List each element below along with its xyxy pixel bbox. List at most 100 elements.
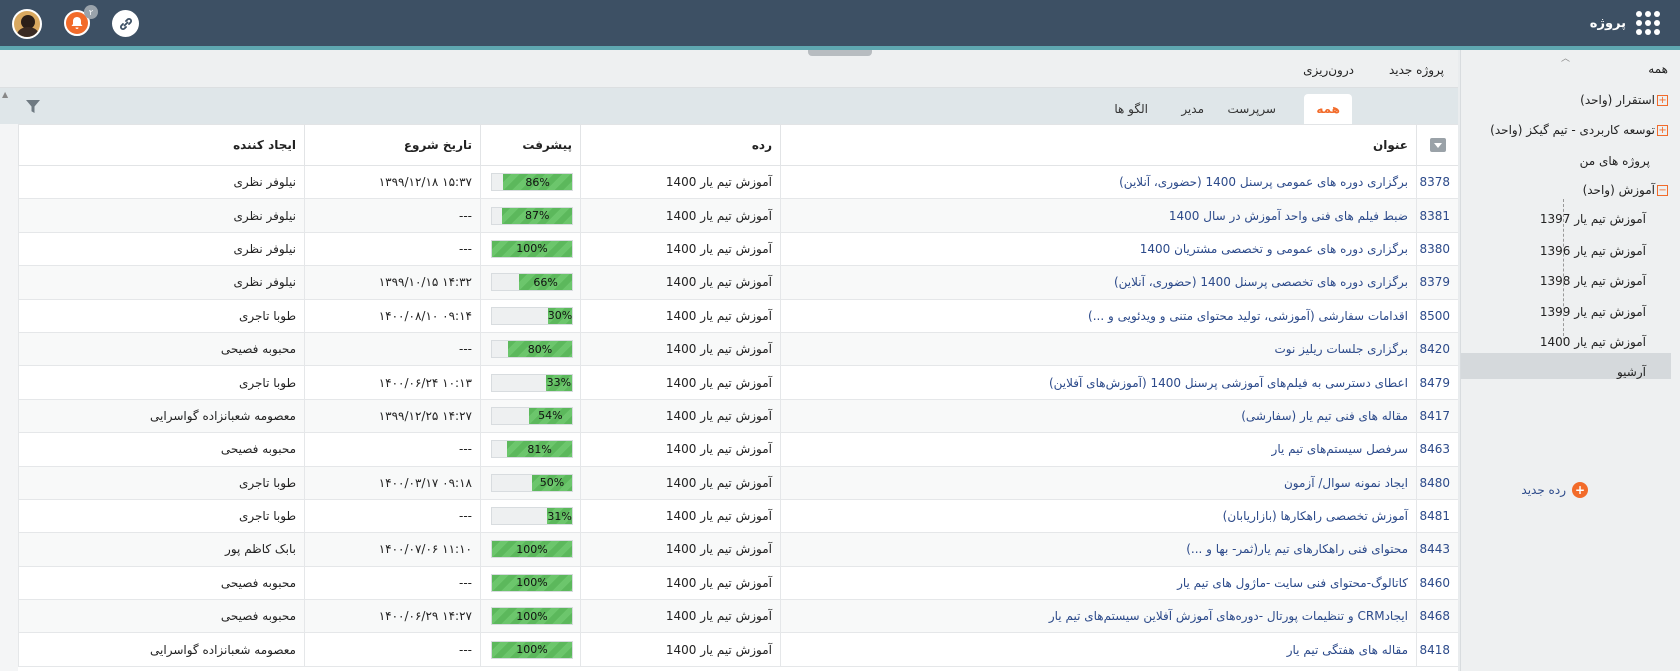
sidebar-child-1397[interactable]: آموزش تیم یار 1397 bbox=[1540, 212, 1646, 226]
row-title-link[interactable]: مقاله های هفتگی تیم یار bbox=[780, 632, 1417, 667]
table-row[interactable]: 8479 اعطای دسترسی به فیلم‌های آموزشی پرسن… bbox=[18, 365, 1458, 400]
row-id[interactable]: 8481 bbox=[1416, 498, 1458, 534]
table-row[interactable]: 8417 مقاله های فنی تیم یار (سفارشی) آموزش … bbox=[18, 398, 1458, 434]
row-progress: 81% bbox=[480, 432, 581, 467]
chevron-down-icon[interactable] bbox=[1429, 138, 1446, 153]
column-options[interactable] bbox=[1416, 124, 1458, 166]
table-row[interactable]: 8463 سرفصل سیستم‌های تیم یار آموزش تیم یار… bbox=[18, 432, 1458, 467]
table-row[interactable]: 8443 محتوای فنی راهکارهای تیم یار(ثمر- به… bbox=[18, 532, 1458, 567]
tab-all[interactable]: همه bbox=[1304, 94, 1352, 124]
row-category: آموزش تیم یار 1400 bbox=[580, 331, 781, 367]
filter-icon[interactable] bbox=[26, 100, 40, 116]
row-id[interactable]: 8417 bbox=[1416, 398, 1458, 434]
brand[interactable]: پروژه bbox=[1590, 0, 1660, 46]
column-title[interactable]: عنوان bbox=[780, 124, 1417, 166]
row-id[interactable]: 8480 bbox=[1416, 465, 1458, 500]
row-title-link[interactable]: محتوای فنی راهکارهای تیم یار(ثمر- بها و … bbox=[780, 532, 1417, 567]
row-progress: 100% bbox=[480, 532, 581, 567]
apps-grid-icon[interactable] bbox=[1636, 11, 1660, 35]
new-project-button[interactable]: پروژه جدید bbox=[1389, 63, 1444, 77]
collapse-minus-icon[interactable]: − bbox=[1657, 184, 1668, 196]
table-row[interactable]: 8381 ضبط فیلم های فنی واحد آموزش در سال 1… bbox=[18, 198, 1458, 233]
table-row[interactable]: 8380 برگزاری دوره های عمومی و تخصصی مشتری… bbox=[18, 231, 1458, 267]
row-id[interactable]: 8463 bbox=[1416, 432, 1458, 467]
row-creator: بابک کاظم پور bbox=[18, 532, 305, 567]
tab-templates[interactable]: الگو ها bbox=[1102, 94, 1160, 124]
row-title-link[interactable]: اقدامات سفارشی (آموزشی، تولید محتوای متن… bbox=[780, 298, 1417, 333]
table-row[interactable]: 8468 ایجادCRM و تنظیمات پورتال -دوره‌های … bbox=[18, 599, 1458, 634]
row-progress: 33% bbox=[480, 365, 581, 400]
column-start-date[interactable]: تاریخ شروع bbox=[304, 124, 481, 166]
row-title-link[interactable]: برگزاری دوره های عمومی پرسنل 1400 (حضوری… bbox=[780, 164, 1417, 200]
collapse-handle[interactable] bbox=[808, 50, 872, 56]
scroll-up-icon[interactable]: ▲ bbox=[2, 90, 8, 99]
row-id[interactable]: 8479 bbox=[1416, 365, 1458, 400]
table-row[interactable]: 8418 مقاله های هفتگی تیم یار آموزش تیم یار… bbox=[18, 632, 1458, 667]
table-row[interactable]: 8420 برگزاری جلسات ریلیز نوت آموزش تیم یار… bbox=[18, 331, 1458, 367]
row-creator: نیلوفر نظری bbox=[18, 231, 305, 267]
import-button[interactable]: درون‌ریزی bbox=[1303, 63, 1354, 77]
sidebar-child-1400[interactable]: آموزش تیم یار 1400 bbox=[1540, 335, 1646, 349]
row-title-link[interactable]: آموزش تخصصی راهکارها (بازاریابان) bbox=[780, 498, 1417, 534]
column-category[interactable]: رده bbox=[580, 124, 781, 166]
row-id[interactable]: 8381 bbox=[1416, 198, 1458, 233]
row-id[interactable]: 8380 bbox=[1416, 231, 1458, 267]
row-creator: طوبا تاجری bbox=[18, 298, 305, 333]
row-title-link[interactable]: کاتالوگ-محتوای فنی سایت -ماژول های تیم ی… bbox=[780, 565, 1417, 601]
progress-fill: 100% bbox=[492, 240, 572, 257]
row-creator: نیلوفر نظری bbox=[18, 265, 305, 300]
expand-plus-icon[interactable]: + bbox=[1657, 124, 1668, 136]
expand-plus-icon[interactable]: + bbox=[1657, 94, 1668, 106]
row-category: آموزش تیم یار 1400 bbox=[580, 532, 781, 567]
sidebar-child-1399[interactable]: آموزش تیم یار 1399 bbox=[1540, 305, 1646, 319]
user-avatar[interactable] bbox=[12, 9, 42, 39]
row-title-link[interactable]: برگزاری دوره های عمومی و تخصصی مشتریان 1… bbox=[780, 231, 1417, 267]
column-progress[interactable]: پیشرفت bbox=[480, 124, 581, 166]
row-id[interactable]: 8418 bbox=[1416, 632, 1458, 667]
row-category: آموزش تیم یار 1400 bbox=[580, 632, 781, 667]
table-row[interactable]: 8480 ایجاد نمونه سوال/ آزمون آموزش تیم یار… bbox=[18, 465, 1458, 500]
sidebar-child-1396[interactable]: آموزش تیم یار 1396 bbox=[1540, 244, 1646, 258]
row-title-link[interactable]: ایجادCRM و تنظیمات پورتال -دوره‌های آموز… bbox=[780, 599, 1417, 634]
row-title-link[interactable]: برگزاری دوره های تخصصی پرسنل 1400 (حضوری… bbox=[780, 265, 1417, 300]
sidebar-item-development[interactable]: + توسعه کاربردی - تیم گیکز (واحد) bbox=[1490, 123, 1668, 137]
row-title-link[interactable]: برگزاری جلسات ریلیز نوت bbox=[780, 331, 1417, 367]
table-row[interactable]: 8460 کاتالوگ-محتوای فنی سایت -ماژول های ت… bbox=[18, 565, 1458, 601]
row-start-date: ۱۴۰۰/۰۸/۱۰ ۰۹:۱۴ bbox=[304, 298, 481, 333]
table-row[interactable]: 8500 اقدامات سفارشی (آموزشی، تولید محتوای… bbox=[18, 298, 1458, 333]
tab-manager[interactable]: مدیر bbox=[1169, 94, 1216, 124]
sidebar-item-my-projects[interactable]: پروژه های من bbox=[1580, 154, 1650, 168]
row-title-link[interactable]: اعطای دسترسی به فیلم‌های آموزشی پرسنل 14… bbox=[780, 365, 1417, 400]
sidebar-item-training[interactable]: − آموزش (واحد) bbox=[1583, 183, 1668, 197]
sidebar-child-1398[interactable]: آموزش تیم یار 1398 bbox=[1540, 274, 1646, 288]
row-start-date: --- bbox=[304, 498, 481, 534]
table-row[interactable]: 8481 آموزش تخصصی راهکارها (بازاریابان) آمو… bbox=[18, 498, 1458, 534]
row-creator: طوبا تاجری bbox=[18, 365, 305, 400]
row-id[interactable]: 8378 bbox=[1416, 164, 1458, 200]
chevron-up-icon[interactable]: ︿ bbox=[1561, 51, 1570, 64]
row-start-date: --- bbox=[304, 231, 481, 267]
row-start-date: ۱۴۰۰/۰۷/۰۶ ۱۱:۱۰ bbox=[304, 532, 481, 567]
sidebar-item-deployment[interactable]: + استقرار (واحد) bbox=[1580, 93, 1668, 107]
row-id[interactable]: 8500 bbox=[1416, 298, 1458, 333]
table-row[interactable]: 8379 برگزاری دوره های تخصصی پرسنل 1400 (ح… bbox=[18, 265, 1458, 300]
row-progress: 86% bbox=[480, 164, 581, 200]
row-creator: طوبا تاجری bbox=[18, 465, 305, 500]
tab-supervisor[interactable]: سرپرست bbox=[1216, 94, 1288, 124]
row-id[interactable]: 8460 bbox=[1416, 565, 1458, 601]
new-category-button[interactable]: + رده جدید bbox=[1521, 482, 1588, 498]
row-title-link[interactable]: مقاله های فنی تیم یار (سفارشی) bbox=[780, 398, 1417, 434]
row-title-link[interactable]: ضبط فیلم های فنی واحد آموزش در سال 1400 bbox=[780, 198, 1417, 233]
column-creator[interactable]: ایجاد کننده bbox=[18, 124, 305, 166]
row-start-date: --- bbox=[304, 432, 481, 467]
row-id[interactable]: 8420 bbox=[1416, 331, 1458, 367]
row-title-link[interactable]: ایجاد نمونه سوال/ آزمون bbox=[780, 465, 1417, 500]
row-id[interactable]: 8379 bbox=[1416, 265, 1458, 300]
table-row[interactable]: 8378 برگزاری دوره های عمومی پرسنل 1400 (ح… bbox=[18, 164, 1458, 200]
row-id[interactable]: 8443 bbox=[1416, 532, 1458, 567]
sidebar-item-all[interactable]: همه bbox=[1648, 62, 1668, 76]
link-icon[interactable] bbox=[112, 10, 139, 37]
sidebar-item-archive[interactable]: آرشیو bbox=[1617, 365, 1646, 379]
row-id[interactable]: 8468 bbox=[1416, 599, 1458, 634]
row-title-link[interactable]: سرفصل سیستم‌های تیم یار bbox=[780, 432, 1417, 467]
